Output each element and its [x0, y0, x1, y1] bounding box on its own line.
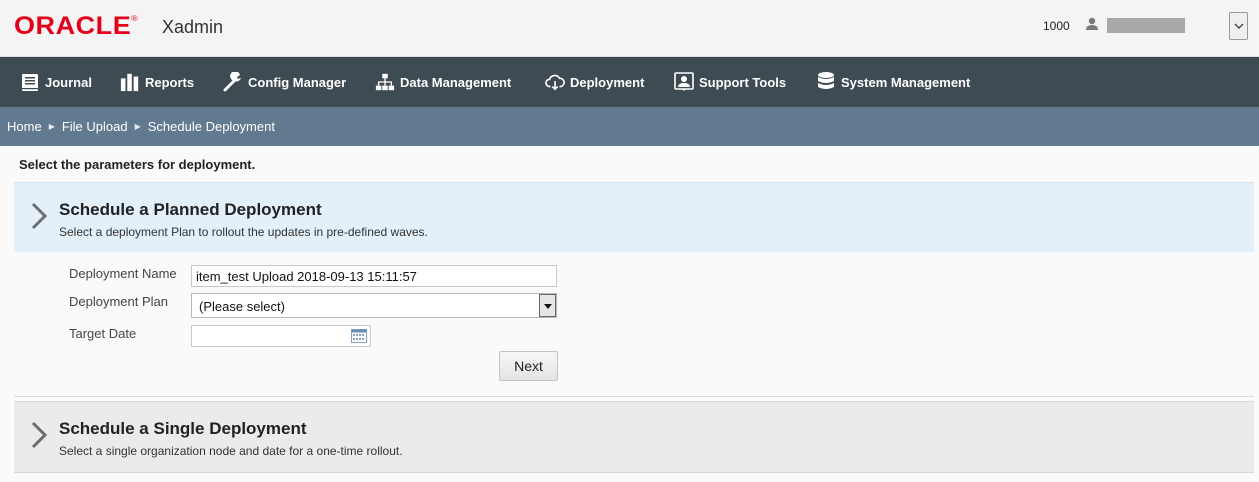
chevron-right-icon	[31, 202, 48, 230]
bar-chart-icon	[120, 72, 140, 92]
target-date-label: Target Date	[69, 326, 137, 341]
nav-label: Support Tools	[699, 74, 787, 90]
page-instructions: Select the parameters for deployment.	[19, 157, 256, 172]
nav-item-deployment[interactable]: Deployment	[545, 57, 644, 107]
nav-label: System Management	[841, 74, 971, 90]
breadcrumb-current: Schedule Deployment	[147, 119, 275, 134]
nav-item-journal[interactable]: Journal	[20, 57, 92, 107]
main-nav: Journal Reports Config Manager Data Mana…	[0, 57, 1259, 107]
nav-item-support-tools[interactable]: Support Tools	[674, 57, 786, 107]
breadcrumb-home[interactable]: Home	[7, 119, 42, 134]
user-menu-button[interactable]	[1229, 12, 1248, 40]
panel-title: Schedule a Planned Deployment	[59, 200, 322, 219]
next-button[interactable]: Next	[499, 351, 558, 381]
single-deployment-panel[interactable]: Schedule a Single Deployment Select a si…	[14, 401, 1254, 473]
calendar-icon[interactable]	[351, 329, 367, 343]
database-icon	[816, 72, 836, 92]
wrench-icon	[223, 72, 243, 92]
nav-label: Deployment	[570, 74, 645, 90]
deployment-plan-label: Deployment Plan	[69, 294, 168, 309]
planned-deployment-panel[interactable]: Schedule a Planned Deployment Select a d…	[14, 182, 1254, 252]
panel-title: Schedule a Single Deployment	[59, 419, 307, 438]
org-id: 1000	[1043, 19, 1070, 33]
nav-label: Data Management	[400, 74, 512, 90]
section-divider	[14, 396, 1254, 397]
breadcrumb-separator-icon: ▶	[134, 122, 141, 131]
triangle-down-icon	[544, 304, 552, 309]
panel-description: Select a deployment Plan to rollout the …	[59, 225, 428, 239]
cloud-download-icon	[545, 72, 565, 92]
deployment-name-input[interactable]: item_test Upload 2018-09-13 15:11:57	[191, 265, 557, 287]
hierarchy-icon	[375, 72, 395, 92]
nav-item-reports[interactable]: Reports	[120, 57, 194, 107]
nav-label: Journal	[45, 74, 92, 90]
nav-label: Config Manager	[248, 74, 347, 90]
nav-item-data-management[interactable]: Data Management	[375, 57, 511, 107]
journal-icon	[20, 72, 40, 92]
panel-description: Select a single organization node and da…	[59, 444, 403, 458]
nav-item-system-management[interactable]: System Management	[816, 57, 970, 107]
deployment-name-label: Deployment Name	[69, 266, 177, 281]
select-arrow[interactable]	[539, 294, 556, 317]
user-name-redacted[interactable]	[1107, 18, 1185, 33]
breadcrumb-separator-icon: ▶	[48, 122, 55, 131]
app-name: Xadmin	[162, 17, 224, 37]
oracle-logo: ORACLE®	[14, 12, 139, 40]
user-icon	[1086, 17, 1098, 30]
chevron-right-icon	[31, 421, 48, 449]
nav-item-config-manager[interactable]: Config Manager	[223, 57, 346, 107]
select-value: (Please select)	[199, 299, 285, 314]
chevron-down-icon	[1234, 23, 1244, 29]
app-header: ORACLE® Xadmin 1000	[0, 0, 1259, 57]
support-icon	[674, 72, 694, 92]
breadcrumb-file-upload[interactable]: File Upload	[62, 119, 128, 134]
nav-label: Reports	[145, 74, 195, 90]
breadcrumb: Home ▶ File Upload ▶ Schedule Deployment	[0, 107, 1259, 146]
deployment-plan-select[interactable]: (Please select)	[191, 293, 557, 318]
target-date-input[interactable]	[191, 325, 371, 347]
